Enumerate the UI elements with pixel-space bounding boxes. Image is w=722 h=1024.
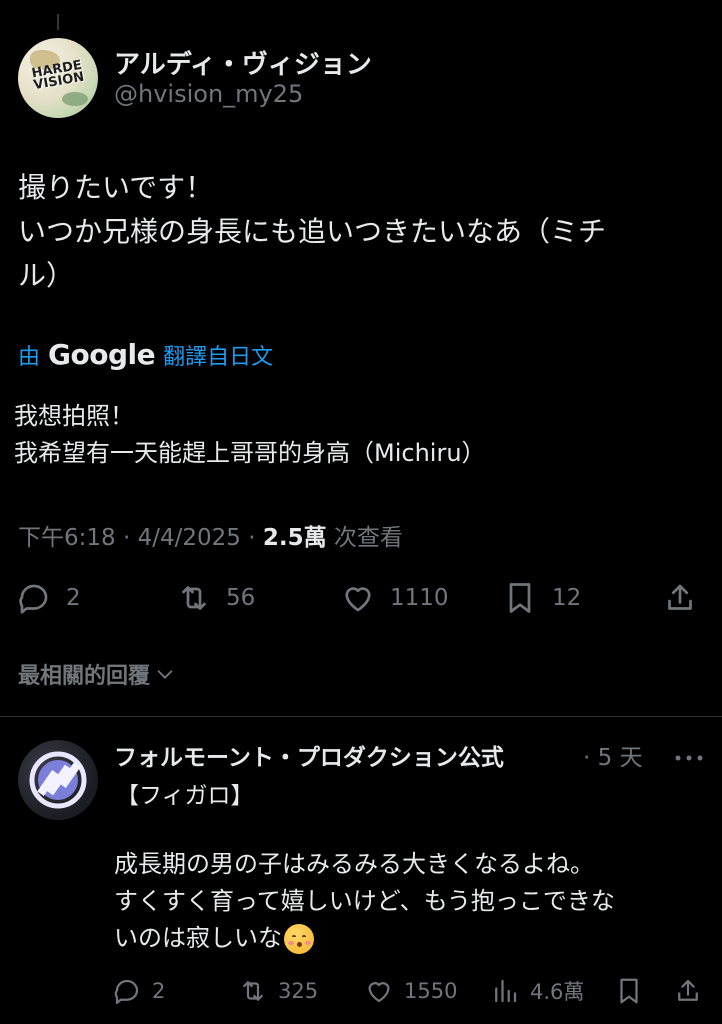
translation-attribution[interactable]: 由 Google 翻譯自日文 xyxy=(18,338,273,371)
translated-text: 我想拍照！ 我希望有一天能趕上哥哥的身高（Michiru） xyxy=(14,398,704,472)
post-text-line: ル） xyxy=(18,259,75,292)
bookmark-icon xyxy=(620,978,638,1004)
translate-by-label: 由 xyxy=(18,344,41,370)
repost-count: 56 xyxy=(226,585,256,611)
reply-text-line: すくすく育って嬉しいけど、もう抱っこできな xyxy=(114,887,615,915)
reply-author-name[interactable]: フォルモーント・プロダクション公式 xyxy=(114,738,504,772)
reply-timestamp[interactable]: · 5 天 xyxy=(583,738,643,772)
share-icon xyxy=(668,584,692,610)
views-count: 2.5萬 xyxy=(262,525,327,551)
heart-icon xyxy=(368,982,390,1003)
post-text-line: 撮りたいです！ xyxy=(18,171,214,204)
reply-count: 2 xyxy=(66,585,81,611)
translated-text-line: 我想拍照！ xyxy=(14,402,134,430)
more-icon xyxy=(675,755,703,761)
more-options-button[interactable] xyxy=(674,748,704,761)
like-button[interactable]: 1110 xyxy=(340,580,449,616)
reply-text-line: いのは寂しいな xyxy=(114,920,714,957)
reply-button[interactable]: 2 xyxy=(16,580,81,616)
reply-icon xyxy=(114,979,139,1004)
views-chart-icon xyxy=(495,979,517,1003)
reply-views-count: 4.6萬 xyxy=(530,980,585,1004)
kissing-face-icon xyxy=(284,924,314,954)
bookmark-icon xyxy=(509,583,531,613)
reply-text-fragment: いのは寂しいな xyxy=(114,924,282,952)
post-action-bar: 2 56 1110 12 xyxy=(0,578,722,620)
reply-views-button[interactable]: 4.6萬 xyxy=(490,976,584,1006)
post-meta: 下午6:18 · 4/4/2025 · 2.5萬 次查看 xyxy=(18,518,403,552)
bookmark-button[interactable]: 12 xyxy=(502,580,581,616)
reply-icon xyxy=(19,584,48,614)
post-text-line: いつか兄様の身長にも追いつきたいなあ（ミチ xyxy=(18,215,607,248)
reply-sort-label: 最相關的回覆 xyxy=(18,664,151,689)
repost-button[interactable]: 56 xyxy=(176,580,255,616)
repost-icon xyxy=(182,586,206,610)
reply-text: 成長期の男の子はみるみる大きくなるよね。 すくすく育って嬉しいけど、もう抱っこで… xyxy=(114,846,714,957)
avatar-splash xyxy=(62,92,88,106)
reply-bookmark-button[interactable] xyxy=(614,976,644,1006)
reply-reply-count: 2 xyxy=(152,979,166,1003)
translate-from-label[interactable]: 翻譯自日文 xyxy=(163,339,273,371)
reply-text-line: 成長期の男の子はみるみる大きくなるよね。 xyxy=(114,850,594,878)
reply-share-button[interactable] xyxy=(673,976,703,1006)
like-count: 1110 xyxy=(390,585,449,611)
reply-repost-count: 325 xyxy=(278,979,319,1003)
translated-text-line: 我希望有一天能趕上哥哥的身高（Michiru） xyxy=(14,439,486,467)
reply-author-avatar[interactable] xyxy=(18,740,98,820)
share-button[interactable] xyxy=(662,580,698,616)
reply-like-button[interactable]: 1550 xyxy=(364,976,457,1006)
reply-like-count: 1550 xyxy=(404,979,458,1003)
author-handle[interactable]: @hvision_my25 xyxy=(114,80,303,108)
reply-reply-button[interactable]: 2 xyxy=(112,976,165,1006)
author-avatar[interactable]: HARDE VISION xyxy=(18,38,98,118)
thread-connector xyxy=(57,14,59,30)
google-logo: Google xyxy=(48,338,156,371)
author-name[interactable]: アルディ・ヴィジョン xyxy=(114,44,372,81)
chevron-down-icon xyxy=(157,670,173,679)
views-label: 次查看 xyxy=(326,525,403,551)
post-timestamp[interactable]: 下午6:18 · 4/4/2025 · xyxy=(18,525,263,551)
heart-icon xyxy=(345,587,371,612)
divider xyxy=(0,716,722,717)
repost-icon xyxy=(243,981,263,1001)
reply-sort-dropdown[interactable]: 最相關的回覆 xyxy=(18,658,176,690)
reply-repost-button[interactable]: 325 xyxy=(238,976,318,1006)
reply-action-bar: 2 325 1550 4.6萬 xyxy=(0,974,722,1010)
moon-logo-icon xyxy=(29,751,87,809)
reply-header-text: 【フィガロ】 xyxy=(116,783,254,809)
post-text: 撮りたいです！ いつか兄様の身長にも追いつきたいなあ（ミチ ル） xyxy=(18,166,708,298)
share-icon xyxy=(678,979,698,1001)
bookmark-count: 12 xyxy=(552,585,582,611)
